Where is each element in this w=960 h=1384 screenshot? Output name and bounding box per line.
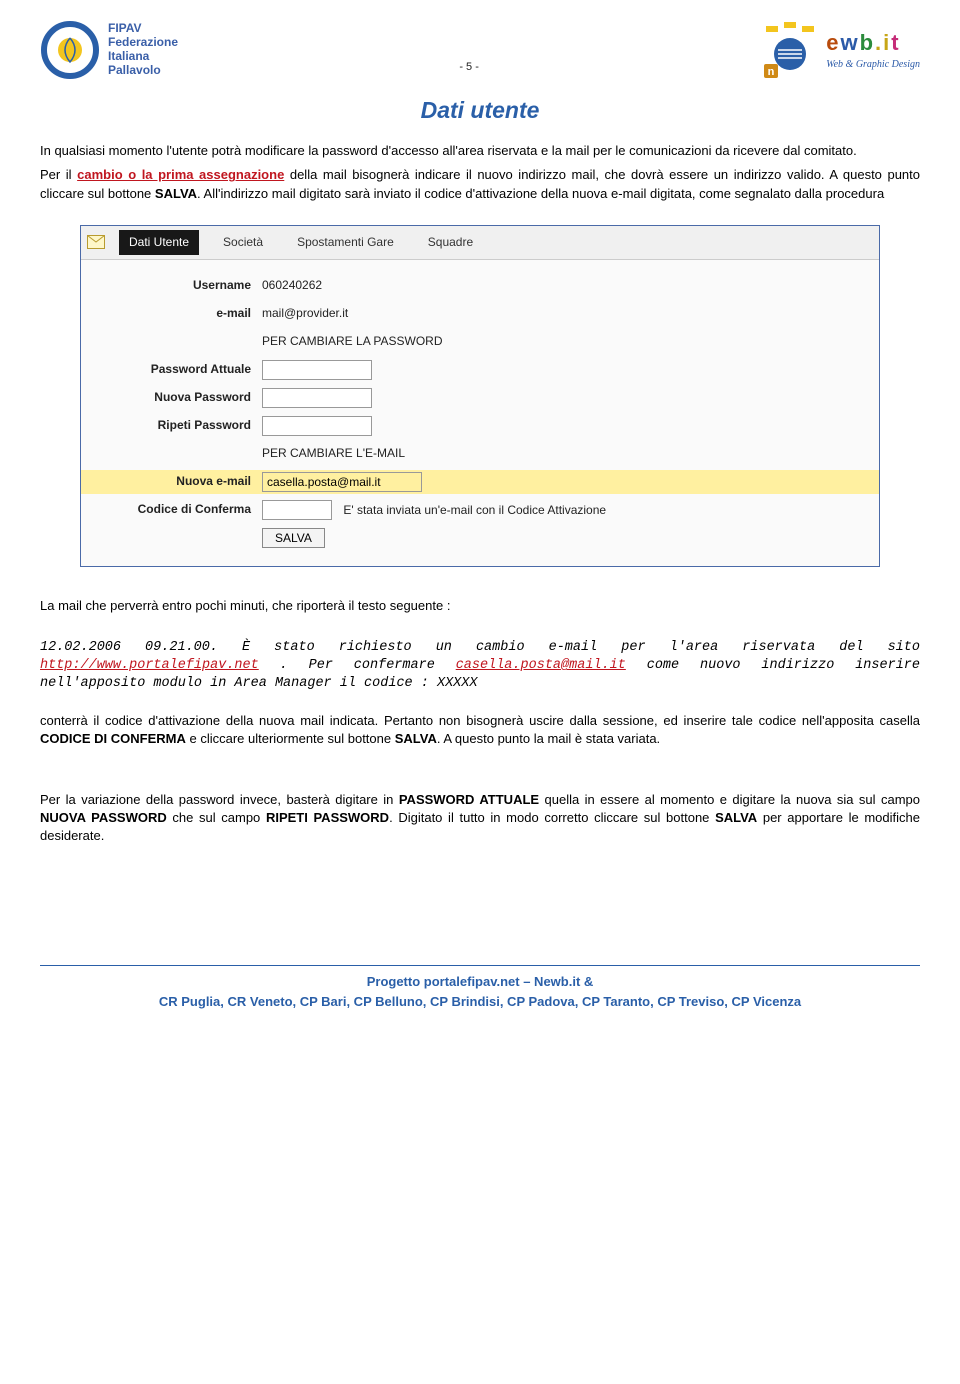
newb-tagline: Web & Graphic Design: [826, 58, 920, 72]
tab-dati-utente[interactable]: Dati Utente: [119, 230, 199, 255]
confirm-code-hint: E' stata inviata un'e-mail con il Codice…: [343, 503, 606, 517]
intro-para-1: In qualsiasi momento l'utente potrà modi…: [40, 142, 920, 160]
email-value: mail@provider.it: [261, 305, 879, 322]
newb-brand: ewb.it: [826, 28, 920, 59]
svg-text:n: n: [768, 66, 775, 78]
footer-line-2: CR Puglia, CR Veneto, CP Bari, CP Bellun…: [40, 992, 920, 1012]
intro-para-2: Per il cambio o la prima assegnazione de…: [40, 166, 920, 202]
new-email-input[interactable]: [262, 472, 422, 492]
tab-squadre[interactable]: Squadre: [418, 230, 483, 255]
repeat-password-label: Ripeti Password: [81, 417, 261, 434]
repeat-password-input[interactable]: [262, 416, 372, 436]
confirm-code-input[interactable]: [262, 500, 332, 520]
page-number: - 5 -: [459, 60, 479, 75]
footer-rule: [40, 965, 920, 966]
form-body: Username 060240262 e-mail mail@provider.…: [81, 260, 879, 566]
current-password-label: Password Attuale: [81, 361, 261, 378]
mail-sample: 12.02.2006 09.21.00. È stato richiesto u…: [40, 639, 920, 694]
confirm-code-label: Codice di Conferma: [81, 501, 261, 518]
newb-icon: n: [760, 20, 820, 80]
term-first-assignment: cambio o la prima assegnazione: [77, 167, 284, 182]
page-title: Dati utente: [40, 94, 920, 126]
page-footer: Progetto portalefipav.net – Newb.it & CR…: [40, 972, 920, 1011]
after-para-2: Per la variazione della password invece,…: [40, 791, 920, 846]
page-header: FIPAV Federazione Italiana Pallavolo - 5…: [40, 20, 920, 80]
after-para-1: conterrà il codice d'attivazione della n…: [40, 712, 920, 748]
fipav-text: FIPAV Federazione Italiana Pallavolo: [108, 22, 178, 77]
dati-utente-form-screenshot: Dati Utente Società Spostamenti Gare Squ…: [80, 225, 880, 567]
envelope-icon: [87, 235, 105, 249]
fipav-line: Italiana: [108, 50, 178, 64]
new-email-label: Nuova e-mail: [81, 473, 261, 490]
fipav-line: FIPAV: [108, 22, 178, 36]
username-label: Username: [81, 277, 261, 294]
fipav-line: Federazione: [108, 36, 178, 50]
tab-societa[interactable]: Società: [213, 230, 273, 255]
footer-line-1: Progetto portalefipav.net – Newb.it &: [40, 972, 920, 992]
fipav-logo: FIPAV Federazione Italiana Pallavolo: [40, 20, 178, 80]
new-password-input[interactable]: [262, 388, 372, 408]
fipav-line: Pallavolo: [108, 64, 178, 78]
fipav-icon: [40, 20, 100, 80]
tab-spostamenti-gare[interactable]: Spostamenti Gare: [287, 230, 404, 255]
link-casella[interactable]: casella.posta@mail.it: [456, 658, 626, 673]
current-password-input[interactable]: [262, 360, 372, 380]
save-button[interactable]: SALVA: [262, 528, 325, 548]
email-label: e-mail: [81, 305, 261, 322]
newb-logo: n ewb.it Web & Graphic Design: [760, 20, 920, 80]
mail-lead: La mail che perverrà entro pochi minuti,…: [40, 597, 920, 615]
section-change-password: PER CAMBIARE LA PASSWORD: [261, 333, 879, 350]
section-change-email: PER CAMBIARE L'E-MAIL: [261, 445, 879, 462]
newb-text: ewb.it Web & Graphic Design: [826, 28, 920, 73]
new-password-label: Nuova Password: [81, 389, 261, 406]
tab-bar: Dati Utente Società Spostamenti Gare Squ…: [81, 226, 879, 260]
link-portale[interactable]: http://www.portalefipav.net: [40, 658, 259, 673]
username-value: 060240262: [261, 277, 879, 294]
